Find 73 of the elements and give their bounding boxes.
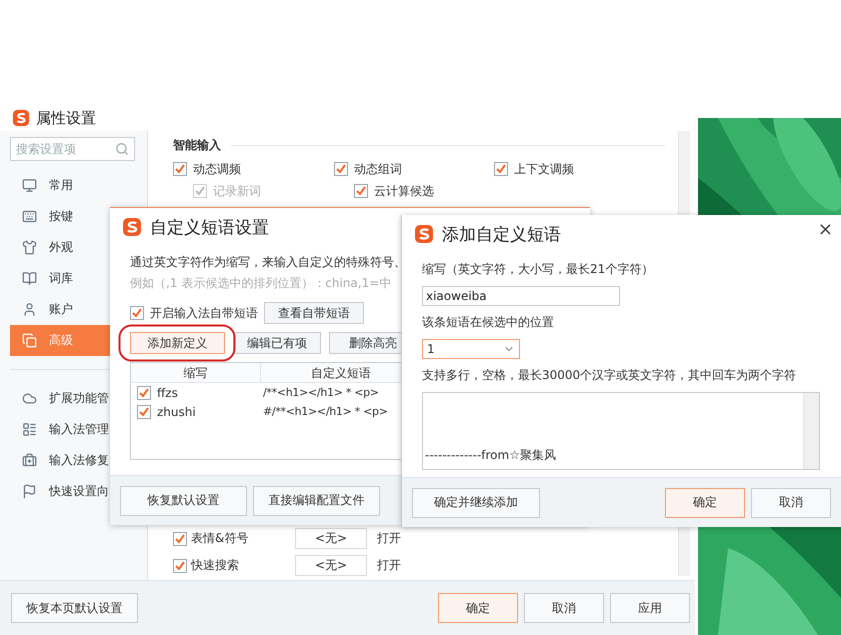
option-label: 快速搜索 bbox=[191, 557, 240, 574]
checkbox[interactable] bbox=[334, 162, 348, 176]
dialog-button[interactable]: 取消 bbox=[751, 488, 831, 518]
checkbox[interactable] bbox=[173, 532, 187, 546]
window-title: 属性设置 bbox=[36, 108, 96, 128]
footer-button[interactable]: 恢复默认设置 bbox=[120, 486, 247, 516]
action-label: 打开 bbox=[377, 557, 401, 574]
field-label: 缩写（英文字符，大小写，最长21个字符） bbox=[422, 261, 654, 278]
logo-icon bbox=[12, 109, 30, 127]
logo-icon bbox=[414, 224, 434, 244]
book-icon bbox=[22, 271, 37, 286]
checkbox[interactable] bbox=[354, 184, 368, 198]
checkbox[interactable] bbox=[137, 404, 151, 418]
monitor-icon bbox=[22, 178, 37, 193]
description-text: 通过英文字符作为缩写，来输入自定义的特殊符号、 bbox=[130, 254, 406, 271]
dialog-button[interactable]: 取消 bbox=[524, 593, 604, 623]
briefcase-icon bbox=[22, 453, 37, 468]
table-cell-text: #/**<h1></h1> * <p> bbox=[262, 405, 389, 418]
footer-button[interactable]: 直接编辑配置文件 bbox=[253, 486, 380, 516]
table-cell: zhushi bbox=[157, 404, 196, 418]
sidebar-item[interactable]: 输入法修复 bbox=[10, 445, 147, 476]
checkbox[interactable] bbox=[137, 386, 151, 400]
dialog-button[interactable]: 确定并继续添加 bbox=[412, 488, 540, 518]
keyboard-icon bbox=[22, 209, 37, 224]
option-label: 动态组词 bbox=[354, 160, 402, 178]
dialog-button[interactable]: 应用 bbox=[610, 593, 690, 623]
logo-icon bbox=[122, 217, 142, 237]
checkbox[interactable] bbox=[494, 162, 508, 176]
input-field[interactable]: xiaoweiba bbox=[422, 286, 620, 306]
restore-defaults-button[interactable]: 恢复本页默认设置 bbox=[11, 593, 138, 623]
example-text: 例如（,1 表示候选中的排列位置）：china,1=中 bbox=[130, 275, 392, 292]
search-icon bbox=[115, 142, 129, 156]
column-header: 缩写 bbox=[131, 363, 261, 383]
sidebar-item[interactable]: 常用 bbox=[10, 170, 147, 201]
position-dropdown[interactable]: 1 bbox=[422, 339, 520, 359]
dialog-button[interactable]: 确定 bbox=[665, 488, 745, 518]
cloud-icon bbox=[22, 391, 37, 406]
sidebar-item[interactable]: 扩展功能管 bbox=[10, 383, 147, 414]
user-icon bbox=[22, 302, 37, 317]
option-label: 表情&符号 bbox=[191, 530, 250, 547]
option-label: 记录新词 bbox=[213, 182, 261, 200]
table-cell-text: /**<h1></h1> * <p> bbox=[262, 386, 380, 399]
close-button[interactable]: × bbox=[818, 219, 833, 240]
dialog-title: 添加自定义短语 bbox=[442, 224, 561, 246]
sidebar-item[interactable]: 账户 bbox=[10, 294, 147, 325]
hotkey-field[interactable]: <无> bbox=[295, 528, 367, 549]
option-label: 开启输入法自带短语 bbox=[150, 304, 258, 322]
action-label: 打开 bbox=[377, 530, 401, 547]
table-cell: ffzs bbox=[157, 386, 178, 400]
field-label: 支持多行，空格，最长30000个汉字或英文字符，其中回车为两个字符 bbox=[422, 367, 796, 384]
sidebar-item[interactable]: 输入法管理 bbox=[10, 414, 147, 445]
sidebar-item[interactable]: 按键 bbox=[10, 201, 147, 232]
scrollbar[interactable] bbox=[803, 393, 819, 469]
dialog-button[interactable]: 确定 bbox=[438, 593, 518, 623]
checkbox[interactable] bbox=[173, 162, 187, 176]
field-label: 该条短语在候选中的位置 bbox=[422, 314, 554, 331]
option-label: 上下文调频 bbox=[514, 160, 574, 178]
checkbox[interactable] bbox=[173, 558, 187, 572]
shirt-icon bbox=[22, 240, 37, 255]
view-phrases-button[interactable]: 查看自带短语 bbox=[264, 302, 364, 324]
section-title: 智能输入 bbox=[173, 137, 221, 154]
hotkey-field[interactable]: <无> bbox=[295, 555, 367, 576]
flag-icon bbox=[22, 484, 37, 499]
column-header: 自定义短语 bbox=[310, 365, 372, 382]
option-label: 动态调频 bbox=[193, 160, 241, 178]
action-button[interactable]: 编辑已有项 bbox=[233, 332, 321, 354]
text-area[interactable]: -------------from☆聚集风 bbox=[422, 392, 820, 470]
option-label: 云计算候选 bbox=[374, 182, 434, 200]
action-button[interactable]: 添加新定义 bbox=[130, 332, 225, 354]
checkbox[interactable] bbox=[130, 306, 144, 320]
list-icon bbox=[22, 422, 37, 437]
dialog-title: 自定义短语设置 bbox=[150, 216, 269, 238]
copy-icon bbox=[22, 333, 37, 348]
